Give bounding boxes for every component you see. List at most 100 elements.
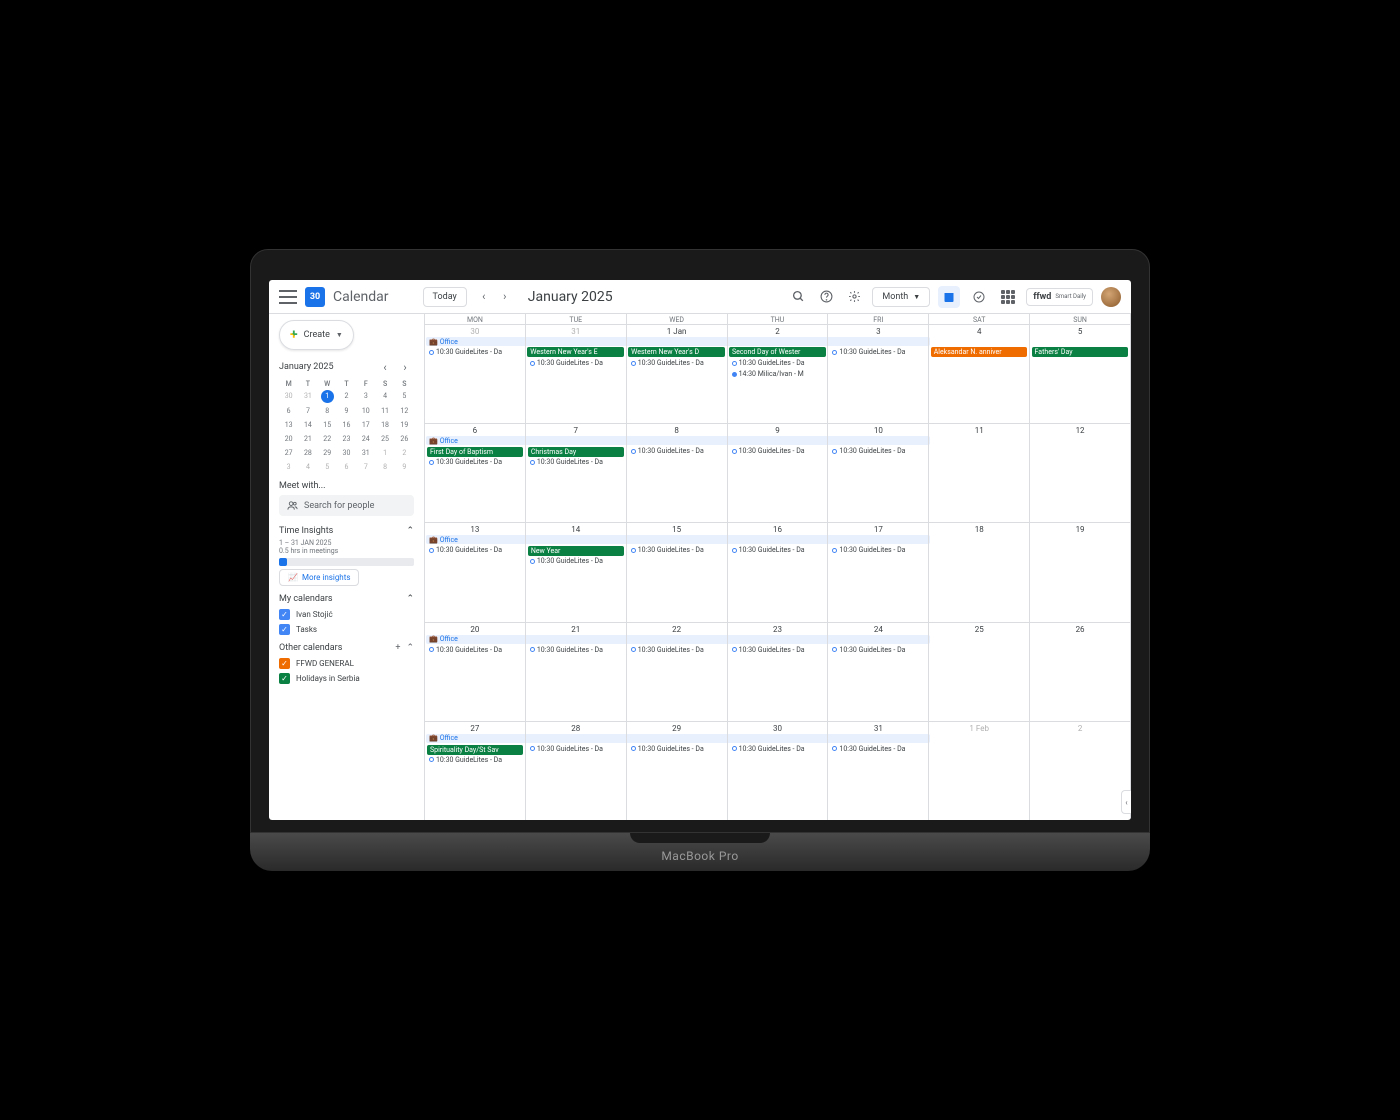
calendar-checkbox[interactable]: ✓ [279, 658, 290, 669]
event-item[interactable]: 10:30 GuideLites - Da [528, 645, 624, 655]
event-item[interactable]: 10:30 GuideLites - Da [528, 457, 624, 467]
calendar-checkbox[interactable]: ✓ [279, 624, 290, 635]
event-item[interactable]: 10:30 GuideLites - Da [830, 744, 926, 754]
mini-day[interactable]: 4 [298, 461, 317, 473]
mini-day[interactable]: 2 [395, 447, 414, 459]
mini-day[interactable]: 22 [318, 433, 337, 445]
mini-day[interactable]: 6 [279, 405, 298, 417]
day-cell[interactable]: 3010:30 GuideLites - Da [425, 325, 526, 423]
mini-day[interactable]: 2 [337, 390, 356, 403]
day-cell[interactable]: 11 [929, 424, 1030, 522]
day-cell[interactable]: 7Christmas Day10:30 GuideLites - Da [526, 424, 627, 522]
day-cell[interactable]: 2310:30 GuideLites - Da [728, 623, 829, 721]
day-cell[interactable]: 2410:30 GuideLites - Da [828, 623, 929, 721]
calendar-item[interactable]: ✓Tasks [279, 622, 414, 637]
calendar-checkbox[interactable]: ✓ [279, 673, 290, 684]
mini-day[interactable]: 7 [356, 461, 375, 473]
mini-day[interactable]: 10 [356, 405, 375, 417]
event-chip[interactable]: First Day of Baptism [427, 447, 523, 457]
mini-day[interactable]: 24 [356, 433, 375, 445]
mini-day[interactable]: 31 [356, 447, 375, 459]
mini-day[interactable]: 4 [375, 390, 394, 403]
event-item[interactable]: 10:30 GuideLites - Da [730, 358, 826, 368]
people-search[interactable]: Search for people [279, 495, 414, 516]
event-chip[interactable]: New Year [528, 546, 624, 556]
calendar-view-button[interactable] [938, 286, 960, 308]
day-cell[interactable]: 5 [1030, 325, 1131, 423]
event-chip[interactable]: Spirituality Day/St Sav [427, 745, 523, 755]
day-cell[interactable]: 1310:30 GuideLites - Da [425, 523, 526, 621]
day-cell[interactable]: 2110:30 GuideLites - Da [526, 623, 627, 721]
day-cell[interactable]: 27Spirituality Day/St Sav10:30 GuideLite… [425, 722, 526, 820]
event-item[interactable]: 10:30 GuideLites - Da [427, 755, 523, 765]
mini-day[interactable]: 14 [298, 419, 317, 431]
mini-day[interactable]: 30 [337, 447, 356, 459]
event-item[interactable]: 10:30 GuideLites - Da [730, 545, 826, 555]
mini-day[interactable]: 3 [356, 390, 375, 403]
day-cell[interactable]: 3010:30 GuideLites - Da [728, 722, 829, 820]
mini-day[interactable]: 8 [375, 461, 394, 473]
event-item[interactable]: 10:30 GuideLites - Da [730, 446, 826, 456]
day-cell[interactable]: 1 Feb [929, 722, 1030, 820]
event-item[interactable]: 10:30 GuideLites - Da [730, 744, 826, 754]
event-item[interactable]: 14:30 Milica/Ivan - M [730, 369, 826, 379]
next-month-icon[interactable]: › [496, 288, 514, 306]
prev-month-icon[interactable]: ‹ [475, 288, 493, 306]
mini-day[interactable]: 1 [321, 390, 334, 403]
event-item[interactable]: 10:30 GuideLites - Da [427, 545, 523, 555]
mini-prev-icon[interactable]: ‹ [376, 358, 394, 376]
mini-day[interactable]: 8 [318, 405, 337, 417]
mini-day[interactable]: 17 [356, 419, 375, 431]
event-item[interactable]: 10:30 GuideLites - Da [629, 744, 725, 754]
calendar-item[interactable]: ✓Ivan Stojić [279, 607, 414, 622]
help-icon[interactable] [816, 287, 836, 307]
event-item[interactable]: 10:30 GuideLites - Da [629, 545, 725, 555]
account-avatar[interactable] [1101, 287, 1121, 307]
mini-day[interactable]: 26 [395, 433, 414, 445]
more-insights-button[interactable]: 📈More insights [279, 569, 359, 586]
event-item[interactable]: 10:30 GuideLites - Da [830, 645, 926, 655]
event-item[interactable]: 10:30 GuideLites - Da [629, 446, 725, 456]
mini-day[interactable]: 25 [375, 433, 394, 445]
mini-day[interactable]: 5 [318, 461, 337, 473]
other-calendars-header[interactable]: Other calendars +⌃ [279, 643, 414, 653]
event-item[interactable]: 10:30 GuideLites - Da [528, 358, 624, 368]
day-cell[interactable]: 12 [1030, 424, 1131, 522]
mini-day[interactable]: 20 [279, 433, 298, 445]
minicalendar-grid[interactable]: MTWTFSS303112345678910111213141516171819… [279, 380, 414, 473]
event-chip[interactable]: Christmas Day [528, 447, 624, 457]
mini-day[interactable]: 1 [375, 447, 394, 459]
side-panel-expand-button[interactable]: ‹ [1121, 790, 1131, 814]
day-cell[interactable]: 310:30 GuideLites - Da [828, 325, 929, 423]
calendar-checkbox[interactable]: ✓ [279, 609, 290, 620]
mini-day[interactable]: 18 [375, 419, 394, 431]
event-item[interactable]: 10:30 GuideLites - Da [427, 457, 523, 467]
main-menu-icon[interactable] [279, 290, 297, 304]
event-item[interactable]: 10:30 GuideLites - Da [730, 645, 826, 655]
mini-day[interactable]: 19 [395, 419, 414, 431]
mini-day[interactable]: 9 [337, 405, 356, 417]
mini-day[interactable]: 7 [298, 405, 317, 417]
event-item[interactable]: 10:30 GuideLites - Da [427, 645, 523, 655]
today-button[interactable]: Today [423, 287, 467, 307]
add-calendar-icon[interactable]: + [395, 643, 400, 653]
event-item[interactable]: 10:30 GuideLites - Da [528, 556, 624, 566]
search-icon[interactable] [788, 287, 808, 307]
mini-day[interactable]: 3 [279, 461, 298, 473]
calendar-item[interactable]: ✓Holidays in Serbia [279, 671, 414, 686]
event-item[interactable]: 10:30 GuideLites - Da [629, 358, 725, 368]
mini-day[interactable]: 13 [279, 419, 298, 431]
calendar-logo-icon[interactable]: 30 [305, 287, 325, 307]
mini-day[interactable]: 23 [337, 433, 356, 445]
mini-day[interactable]: 28 [298, 447, 317, 459]
day-cell[interactable]: 2810:30 GuideLites - Da [526, 722, 627, 820]
create-button[interactable]: + Create ▼ [279, 320, 354, 350]
event-item[interactable]: 10:30 GuideLites - Da [830, 545, 926, 555]
mini-day[interactable]: 27 [279, 447, 298, 459]
calendar-item[interactable]: ✓FFWD GENERAL [279, 656, 414, 671]
event-item[interactable]: 10:30 GuideLites - Da [629, 645, 725, 655]
day-cell[interactable]: 4 [929, 325, 1030, 423]
time-insights-header[interactable]: Time Insights⌃ [279, 526, 414, 536]
mini-day[interactable]: 5 [395, 390, 414, 403]
day-cell[interactable]: 3110:30 GuideLites - Da [526, 325, 627, 423]
